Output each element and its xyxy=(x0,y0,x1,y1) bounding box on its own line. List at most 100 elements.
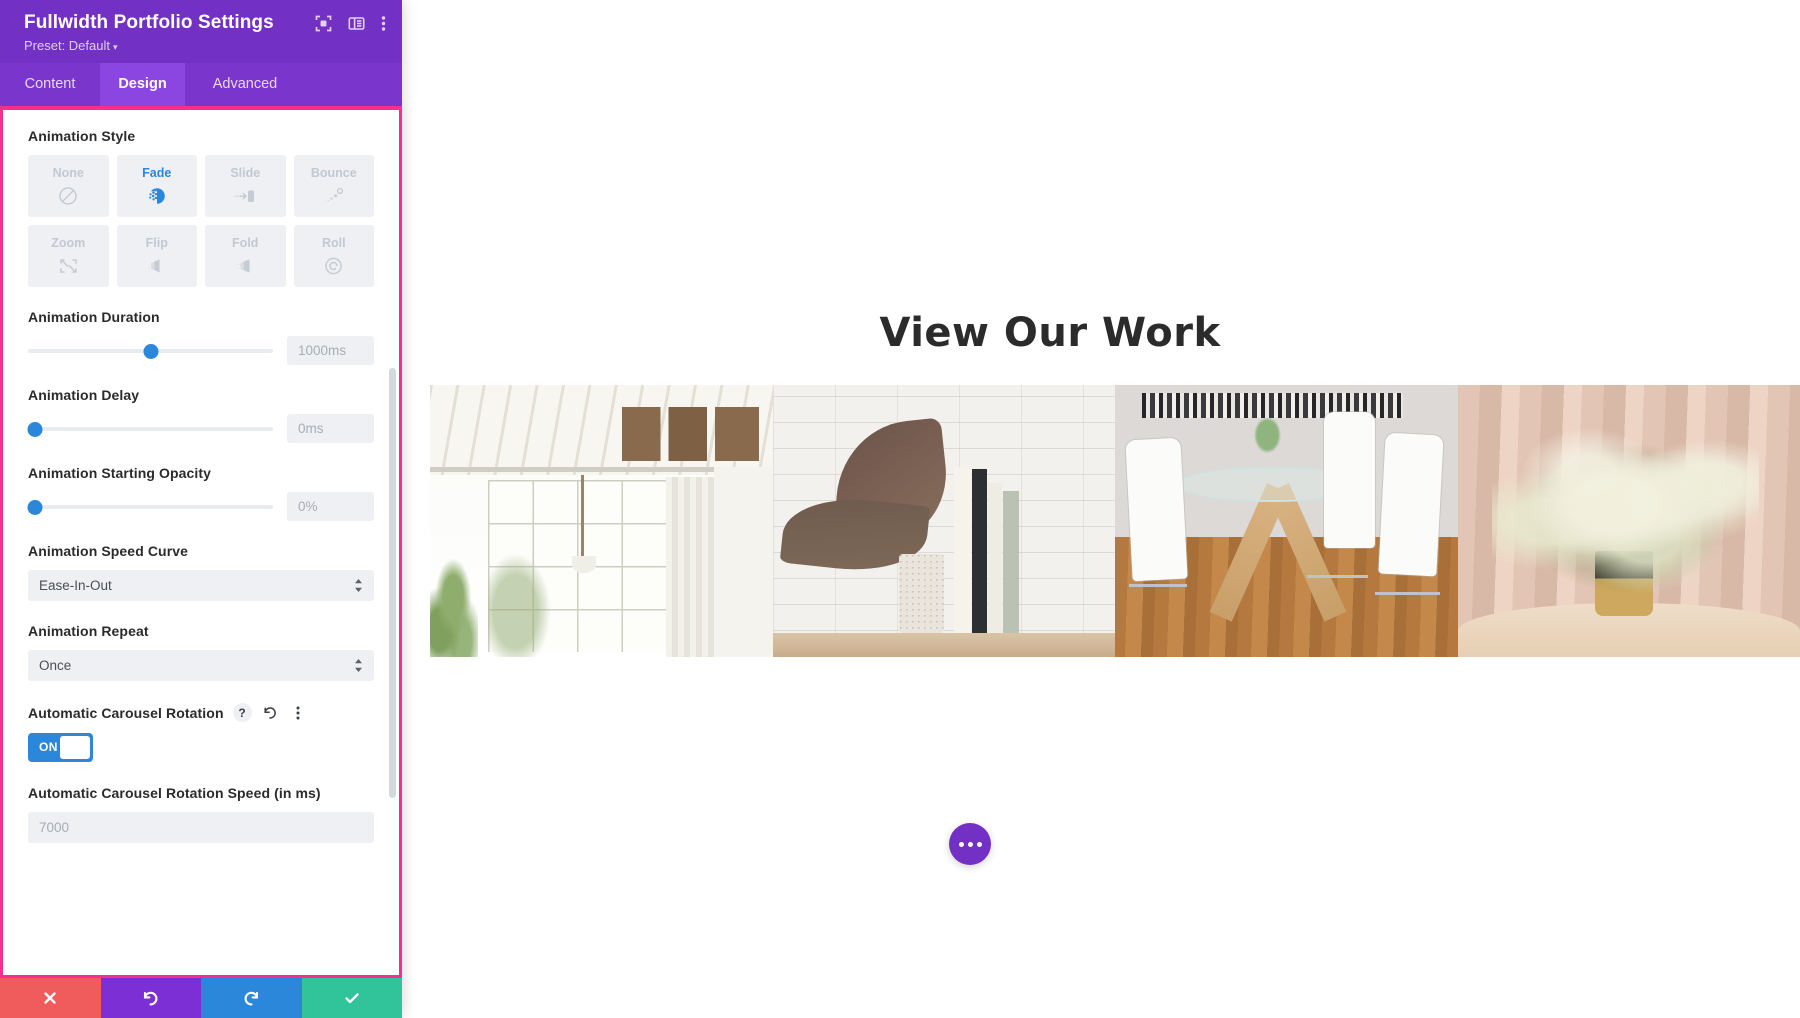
scrollbar-thumb[interactable] xyxy=(389,368,396,798)
undo-button[interactable] xyxy=(100,978,201,1018)
pendant-lamp-shade xyxy=(572,556,597,573)
dining-chair-3 xyxy=(1378,432,1445,577)
slider-track xyxy=(28,426,273,431)
pendant-lamp-cord xyxy=(580,474,584,568)
close-x-icon xyxy=(42,990,58,1006)
animation-speed-curve-label: Animation Speed Curve xyxy=(28,543,189,559)
animation-duration-slider[interactable] xyxy=(28,343,273,359)
animation-option-roll-label: Roll xyxy=(321,235,346,250)
animation-delay-label: Animation Delay xyxy=(28,387,140,403)
portfolio-slide-2[interactable] xyxy=(772,385,1115,657)
reset-icon[interactable] xyxy=(261,703,280,722)
animation-option-none-label: None xyxy=(52,165,84,180)
tab-content[interactable]: Content xyxy=(0,63,100,106)
portfolio-slide-3[interactable] xyxy=(1115,385,1458,657)
roll-spiral-icon xyxy=(323,255,345,277)
automatic-carousel-rotation-label-row: Automatic Carousel Rotation ? xyxy=(28,703,374,722)
automatic-carousel-rotation-speed-input[interactable]: 7000 xyxy=(28,812,374,843)
animation-duration-input[interactable]: 1000ms xyxy=(287,336,374,365)
portfolio-slide-1[interactable] xyxy=(430,385,773,657)
cancel-button[interactable] xyxy=(0,978,101,1018)
automatic-carousel-rotation-toggle[interactable]: ON xyxy=(28,733,93,762)
animation-option-zoom-label: Zoom xyxy=(51,235,86,250)
animation-option-zoom[interactable]: Zoom xyxy=(28,225,109,287)
animation-style-grid: None Fade Slide Bounce Zoom Flip Fold Ro… xyxy=(28,155,374,287)
wood-boxes xyxy=(621,406,759,462)
field-automatic-carousel-rotation: Automatic Carousel Rotation ? ON xyxy=(28,703,374,762)
speckled-pot xyxy=(899,553,944,636)
field-animation-starting-opacity: Animation Starting Opacity 0% xyxy=(27,465,374,521)
focus-frame-icon[interactable] xyxy=(315,15,332,32)
loft-curtain xyxy=(666,477,718,657)
animation-option-fade[interactable]: Fade xyxy=(116,155,197,217)
panel-title: Fullwidth Portfolio Settings xyxy=(24,12,274,33)
flower-bouquet xyxy=(1491,423,1759,592)
chevron-down-icon: ▾ xyxy=(113,42,118,52)
kebab-menu-icon[interactable] xyxy=(381,15,386,32)
slide-icon xyxy=(234,185,256,207)
select-updown-icon xyxy=(354,579,363,592)
animation-option-fade-label: Fade xyxy=(142,165,172,180)
animation-speed-curve-select[interactable]: Ease-In-Out xyxy=(28,570,374,601)
animation-option-none[interactable]: None xyxy=(28,155,109,217)
checkmark-icon xyxy=(343,989,361,1007)
fade-icon xyxy=(146,185,168,207)
field-animation-speed-curve: Animation Speed Curve Ease-In-Out xyxy=(28,543,374,601)
slider-knob[interactable] xyxy=(143,343,158,359)
tab-design[interactable]: Design xyxy=(100,63,185,106)
portfolio-carousel[interactable] xyxy=(430,385,1800,657)
undo-arrow-icon xyxy=(142,990,159,1007)
animation-option-bounce[interactable]: Bounce xyxy=(293,155,374,217)
animation-delay-input[interactable]: 0ms xyxy=(287,414,374,443)
automatic-carousel-rotation-speed-label: Automatic Carousel Rotation Speed (in ms… xyxy=(28,785,321,801)
animation-delay-slider[interactable] xyxy=(27,421,273,437)
chair-base-2 xyxy=(1306,575,1369,579)
slider-knob[interactable] xyxy=(27,421,43,437)
preset-selector[interactable]: Preset: Default ▾ xyxy=(24,38,386,53)
book-4 xyxy=(1003,491,1019,636)
redo-button[interactable] xyxy=(201,978,302,1018)
animation-option-roll[interactable]: Roll xyxy=(293,225,374,287)
table-plant xyxy=(1252,417,1283,456)
zoom-arrows-icon xyxy=(57,255,79,277)
bounce-icon xyxy=(323,185,345,207)
slider-knob[interactable] xyxy=(27,499,43,515)
help-icon[interactable]: ? xyxy=(232,703,252,722)
chair-base-3 xyxy=(1375,591,1441,595)
book-3 xyxy=(988,482,1002,636)
layout-panel-icon[interactable] xyxy=(348,15,365,32)
panel-body: Animation Style None Fade Slide Bounce Z… xyxy=(0,106,402,978)
toggle-state-label: ON xyxy=(39,740,58,754)
book-1 xyxy=(954,466,972,636)
flip-icon xyxy=(146,255,168,277)
three-dots-icon-dot-2 xyxy=(967,841,973,847)
panel-action-bar xyxy=(0,978,402,1018)
automatic-carousel-rotation-label: Automatic Carousel Rotation xyxy=(28,704,224,721)
redo-arrow-icon xyxy=(243,990,260,1007)
dining-chair-2 xyxy=(1323,412,1376,549)
animation-duration-label: Animation Duration xyxy=(28,309,160,325)
more-options-icon[interactable] xyxy=(289,703,308,722)
animation-option-slide-label: Slide xyxy=(230,165,261,180)
animation-option-flip[interactable]: Flip xyxy=(116,225,197,287)
animation-option-slide[interactable]: Slide xyxy=(205,155,286,217)
field-animation-duration: Animation Duration 1000ms xyxy=(28,309,374,365)
animation-option-fold[interactable]: Fold xyxy=(205,225,286,287)
animation-option-bounce-label: Bounce xyxy=(310,165,357,180)
tab-advanced[interactable]: Advanced xyxy=(185,63,305,106)
slider-track xyxy=(28,504,273,509)
save-button[interactable] xyxy=(301,978,402,1018)
animation-starting-opacity-input[interactable]: 0% xyxy=(287,492,374,521)
page-settings-fab[interactable] xyxy=(949,823,991,865)
field-animation-repeat: Animation Repeat Once xyxy=(28,623,374,681)
no-entry-icon xyxy=(57,185,79,207)
wood-shelf xyxy=(772,632,1115,657)
animation-repeat-select[interactable]: Once xyxy=(28,650,374,681)
panel-header: Fullwidth Portfolio Settings Preset: Def… xyxy=(0,0,402,63)
module-settings-panel: Fullwidth Portfolio Settings Preset: Def… xyxy=(0,0,402,1018)
window-foliage xyxy=(488,542,557,657)
panel-scrollbar[interactable] xyxy=(389,113,396,972)
animation-starting-opacity-slider[interactable] xyxy=(27,499,273,515)
chair-base-1 xyxy=(1128,583,1187,587)
portfolio-slide-4[interactable] xyxy=(1457,385,1800,657)
